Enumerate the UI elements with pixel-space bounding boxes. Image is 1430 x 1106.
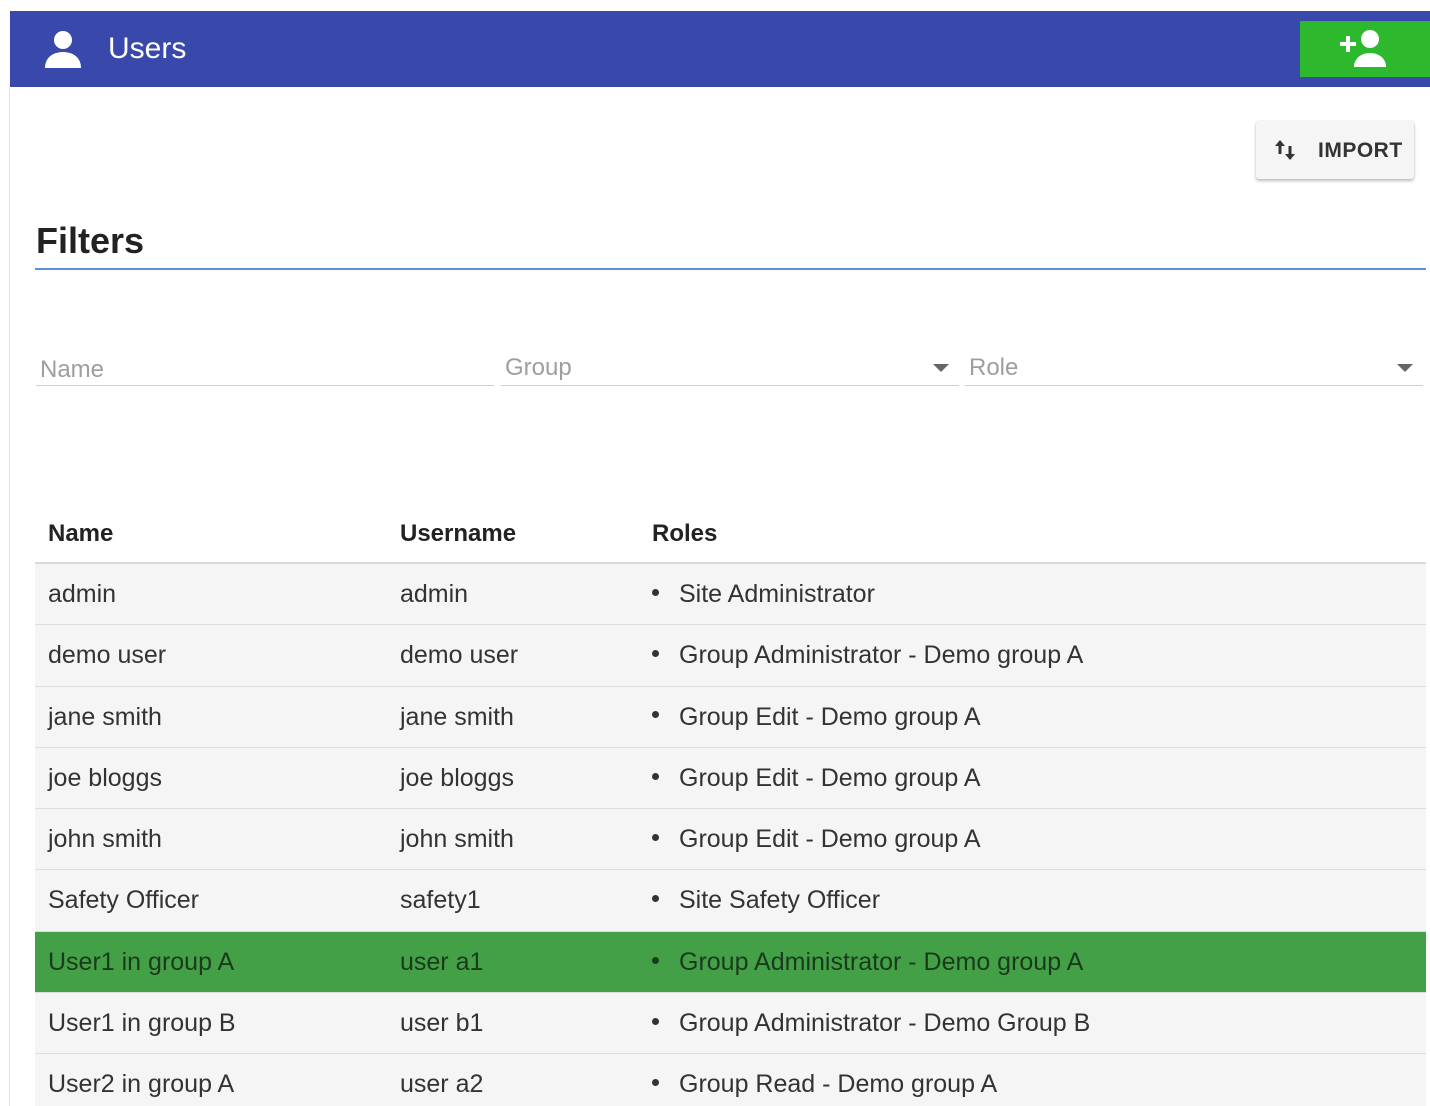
- page-title: Users: [108, 32, 187, 65]
- filters-divider: [35, 268, 1426, 270]
- role-label: Group Administrator - Demo group A: [679, 947, 1084, 976]
- bullet-icon: [652, 1079, 659, 1087]
- table-row[interactable]: Safety Officer safety1 Site Safety Offic…: [35, 870, 1426, 932]
- user-name: Safety Officer: [48, 886, 199, 915]
- user-name: User1 in group A: [48, 947, 235, 976]
- app-bar: Users: [10, 11, 1430, 87]
- user-name: User1 in group B: [48, 1009, 236, 1038]
- user-role: Site Safety Officer: [652, 886, 880, 915]
- filters-heading: Filters: [36, 220, 145, 261]
- user-role: Group Read - Demo group A: [652, 1070, 997, 1099]
- table-row[interactable]: joe bloggs joe bloggs Group Edit - Demo …: [35, 747, 1426, 810]
- role-label: Group Edit - Demo group A: [679, 763, 981, 792]
- table-row-selected[interactable]: User1 in group A user a1 Group Administr…: [35, 931, 1426, 994]
- role-label: Group Read - Demo group A: [679, 1070, 998, 1099]
- column-header-name[interactable]: Name: [48, 520, 113, 548]
- person-icon: [45, 31, 81, 68]
- add-person-icon: [1340, 30, 1386, 67]
- role-filter-select[interactable]: Role: [965, 346, 1423, 386]
- swap-vertical-icon: [1275, 140, 1295, 160]
- user-name: demo user: [48, 641, 167, 670]
- bullet-icon: [652, 588, 659, 596]
- name-filter-input[interactable]: Name: [36, 346, 494, 386]
- column-header-username[interactable]: Username: [400, 520, 516, 548]
- bullet-icon: [652, 1017, 659, 1025]
- user-role: Group Administrator - Demo Group B: [652, 1009, 1090, 1038]
- user-username: john smith: [400, 825, 514, 854]
- column-header-roles[interactable]: Roles: [652, 520, 717, 548]
- bullet-icon: [652, 650, 659, 658]
- user-name: john smith: [48, 825, 162, 854]
- role-label: Group Administrator - Demo Group B: [679, 1009, 1091, 1038]
- user-role: Site Administrator: [652, 580, 875, 609]
- user-username: demo user: [400, 641, 519, 670]
- user-username: safety1: [400, 886, 481, 915]
- table-row[interactable]: demo user demo user Group Administrator …: [35, 625, 1426, 687]
- role-label: Group Edit - Demo group A: [679, 825, 981, 854]
- users-table: Name Username Roles admin admin Site Adm…: [35, 500, 1426, 1106]
- bullet-icon: [652, 895, 659, 903]
- page-border: [9, 87, 10, 1106]
- user-role: Group Edit - Demo group A: [652, 703, 981, 732]
- bullet-icon: [652, 772, 659, 780]
- table-header: Name Username Roles: [35, 500, 1426, 564]
- table-row[interactable]: User1 in group B user b1 Group Administr…: [35, 993, 1426, 1055]
- add-user-button[interactable]: [1300, 21, 1430, 77]
- user-role: Group Administrator - Demo group A: [652, 948, 1083, 977]
- chevron-down-icon: [1397, 364, 1413, 372]
- table-row[interactable]: admin admin Site Administrator: [35, 564, 1426, 626]
- user-username: user a2: [400, 1070, 484, 1099]
- role-filter-placeholder: Role: [969, 354, 1019, 381]
- group-filter-select[interactable]: Group: [501, 346, 959, 386]
- role-label: Site Administrator: [679, 580, 875, 608]
- role-label: Site Safety Officer: [679, 886, 881, 915]
- bullet-icon: [652, 711, 659, 719]
- bullet-icon: [652, 956, 659, 964]
- user-username: user b1: [400, 1009, 484, 1038]
- user-role: Group Edit - Demo group A: [652, 825, 981, 854]
- user-name: admin: [48, 580, 117, 608]
- name-filter-placeholder: Name: [40, 356, 105, 383]
- table-row[interactable]: john smith john smith Group Edit - Demo …: [35, 809, 1426, 871]
- user-role: Group Administrator - Demo group A: [652, 641, 1083, 670]
- user-username: joe bloggs: [400, 763, 514, 792]
- role-label: Group Administrator - Demo group A: [679, 641, 1084, 670]
- import-button[interactable]: IMPORT: [1256, 121, 1414, 179]
- bullet-icon: [652, 834, 659, 842]
- user-name: User2 in group A: [48, 1070, 235, 1099]
- user-name: joe bloggs: [48, 763, 162, 792]
- table-row[interactable]: User2 in group A user a2 Group Read - De…: [35, 1054, 1426, 1106]
- chevron-down-icon: [933, 364, 949, 372]
- table-row[interactable]: jane smith jane smith Group Edit - Demo …: [35, 686, 1426, 748]
- user-name: jane smith: [48, 702, 162, 731]
- user-role: Group Edit - Demo group A: [652, 764, 981, 793]
- user-username: jane smith: [400, 702, 514, 731]
- user-username: user a1: [400, 947, 484, 976]
- import-button-label: IMPORT: [1318, 139, 1403, 162]
- group-filter-placeholder: Group: [505, 354, 572, 381]
- role-label: Group Edit - Demo group A: [679, 702, 981, 731]
- user-username: admin: [400, 580, 469, 608]
